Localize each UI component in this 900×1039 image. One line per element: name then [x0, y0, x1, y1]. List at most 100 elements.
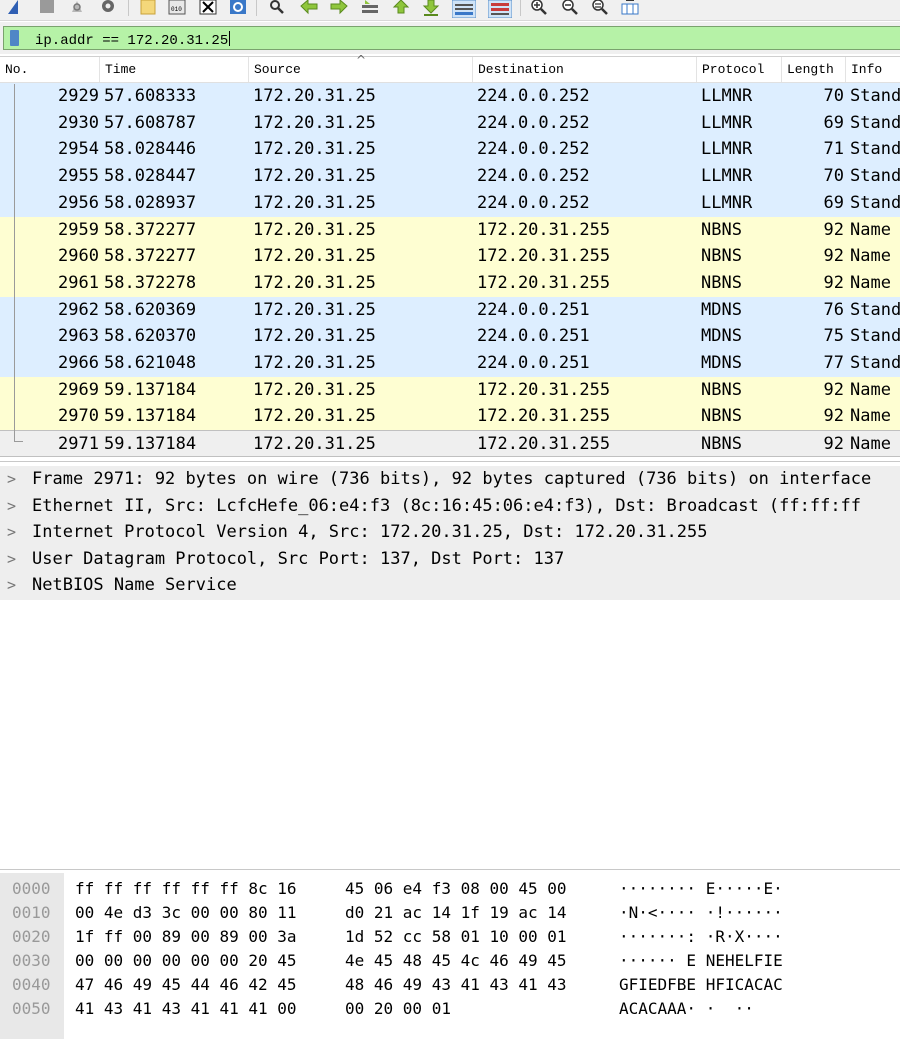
- stop-icon[interactable]: [38, 0, 56, 16]
- close-file-icon[interactable]: [199, 0, 217, 16]
- bytes-row: 0020 1f ff 00 89 00 89 00 3a 1d 52 cc 58 0…: [0, 925, 900, 949]
- byte-ascii[interactable]: ACACAAA· · ··: [619, 997, 754, 1021]
- options-gear-icon[interactable]: [99, 0, 117, 16]
- column-header-protocol[interactable]: Protocol: [697, 57, 782, 82]
- go-forward-icon[interactable]: [330, 0, 348, 16]
- byte-offset[interactable]: 0030: [12, 949, 51, 973]
- expand-chevron-icon[interactable]: >: [7, 493, 16, 519]
- conversation-bracket-line: [14, 84, 15, 442]
- first-packet-icon[interactable]: [392, 0, 410, 16]
- table-row[interactable]: 2963 58.620370 172.20.31.25 224.0.0.251 MDNS…: [0, 323, 900, 351]
- cell-time: 58.028446: [104, 139, 197, 160]
- details-tree-item[interactable]: > NetBIOS Name Service: [0, 572, 900, 598]
- reload-icon[interactable]: [229, 0, 247, 16]
- byte-hex[interactable]: 48 46 49 43 41 43 41 43: [345, 973, 567, 997]
- cell-proto: LLMNR: [701, 86, 753, 106]
- sort-ascending-icon: ^: [356, 53, 367, 67]
- table-row[interactable]: 2966 58.621048 172.20.31.25 224.0.0.251 MDNS…: [0, 350, 900, 377]
- save-file-icon[interactable]: 010: [168, 0, 186, 16]
- byte-hex[interactable]: d0 21 ac 14 1f 19 ac 14: [345, 901, 567, 925]
- cell-src: 172.20.31.25: [253, 326, 376, 347]
- cell-len: 75: [823, 326, 844, 347]
- table-row[interactable]: 2969 59.137184 172.20.31.25 172.20.31.255 NB…: [0, 376, 900, 404]
- byte-hex[interactable]: 1d 52 cc 58 01 10 00 01: [345, 925, 567, 949]
- expand-chevron-icon[interactable]: >: [7, 466, 16, 492]
- restart-icon[interactable]: [68, 0, 86, 16]
- byte-offset[interactable]: 0000: [12, 877, 51, 901]
- column-header-length[interactable]: Length: [782, 57, 846, 82]
- table-row[interactable]: 2962 58.620369 172.20.31.25 224.0.0.251 MDNS…: [0, 296, 900, 324]
- details-tree-item[interactable]: > Frame 2971: 92 bytes on wire (736 bits)…: [0, 466, 900, 492]
- byte-offset[interactable]: 0010: [12, 901, 51, 925]
- shark-fin-icon[interactable]: [6, 0, 24, 16]
- filter-expression: ip.addr == 172.20.31.25: [35, 33, 229, 49]
- table-row[interactable]: 2954 58.028446 172.20.31.25 224.0.0.252 LLMN…: [0, 136, 900, 164]
- autoscroll-icon[interactable]: [452, 0, 476, 18]
- details-tree-item[interactable]: > User Datagram Protocol, Src Port: 137, …: [0, 546, 900, 572]
- expand-chevron-icon[interactable]: >: [7, 519, 16, 545]
- details-tree-item[interactable]: > Ethernet II, Src: LcfcHefe_06:e4:f3 (8c…: [0, 493, 900, 519]
- byte-hex[interactable]: 00 4e d3 3c 00 00 80 11: [75, 901, 297, 925]
- open-file-icon[interactable]: [139, 0, 157, 16]
- normal-size-icon[interactable]: [591, 0, 609, 16]
- cell-len: 76: [823, 299, 844, 320]
- go-back-icon[interactable]: [300, 0, 318, 16]
- details-tree-item[interactable]: > Internet Protocol Version 4, Src: 172.2…: [0, 519, 900, 545]
- table-row[interactable]: 2959 58.372277 172.20.31.25 172.20.31.255 NB…: [0, 216, 900, 244]
- details-item-label: User Datagram Protocol, Src Port: 137, D…: [32, 548, 565, 569]
- byte-offset[interactable]: 0050: [12, 997, 51, 1021]
- table-row[interactable]: 2955 58.028447 172.20.31.25 224.0.0.252 LLMN…: [0, 163, 900, 191]
- column-header-no[interactable]: No.: [0, 57, 100, 82]
- details-item-label: Ethernet II, Src: LcfcHefe_06:e4:f3 (8c:…: [32, 495, 862, 516]
- byte-hex[interactable]: 00 20 00 01: [345, 997, 451, 1021]
- table-row[interactable]: 2961 58.372278 172.20.31.25 172.20.31.255 NB…: [0, 269, 900, 297]
- cell-info: Name: [850, 272, 891, 293]
- table-row[interactable]: 2956 58.028937 172.20.31.25 224.0.0.252 LLMN…: [0, 189, 900, 217]
- cell-info: Name: [850, 219, 891, 240]
- column-header-destination[interactable]: Destination: [473, 57, 697, 82]
- last-packet-icon[interactable]: [422, 0, 440, 16]
- byte-offset[interactable]: 0040: [12, 973, 51, 997]
- cell-time: 59.137184: [104, 434, 197, 455]
- byte-ascii[interactable]: ········ E·····E·: [619, 877, 783, 901]
- table-row[interactable]: 2960 58.372277 172.20.31.25 172.20.31.255 NB…: [0, 243, 900, 271]
- byte-hex[interactable]: 47 46 49 45 44 46 42 45: [75, 973, 297, 997]
- expand-chevron-icon[interactable]: >: [7, 572, 16, 598]
- table-row[interactable]: 2970 59.137184 172.20.31.25 172.20.31.255 NB…: [0, 403, 900, 431]
- find-icon[interactable]: [268, 0, 286, 16]
- byte-ascii[interactable]: ·······: ·R·X····: [619, 925, 783, 949]
- bookmark-icon[interactable]: [10, 30, 19, 46]
- byte-offset[interactable]: 0020: [12, 925, 51, 949]
- cell-time: 58.028937: [104, 192, 197, 213]
- column-header-time[interactable]: Time: [100, 57, 249, 82]
- byte-hex[interactable]: ff ff ff ff ff ff 8c 16: [75, 877, 297, 901]
- zoom-out-icon[interactable]: [561, 0, 579, 16]
- bytes-row: 0040 47 46 49 45 44 46 42 45 48 46 49 43 4…: [0, 973, 900, 997]
- cell-src: 172.20.31.25: [253, 246, 376, 267]
- byte-hex[interactable]: 1f ff 00 89 00 89 00 3a: [75, 925, 297, 949]
- byte-ascii[interactable]: GFIEDFBE HFICACAC: [619, 973, 783, 997]
- details-item-label: Internet Protocol Version 4, Src: 172.20…: [32, 522, 708, 543]
- table-row-selected[interactable]: 2971 59.137184 172.20.31.25 172.20.31.255 NB…: [0, 430, 900, 458]
- cell-proto: LLMNR: [701, 166, 753, 187]
- go-to-packet-icon[interactable]: [361, 0, 379, 16]
- cell-no: 2955: [58, 166, 99, 187]
- byte-ascii[interactable]: ······ E NEHELFIE: [619, 949, 783, 973]
- byte-hex[interactable]: 00 00 00 00 00 00 20 45: [75, 949, 297, 973]
- column-header-info[interactable]: Info: [846, 57, 900, 82]
- cell-time: 59.137184: [104, 379, 197, 400]
- byte-hex[interactable]: 41 43 41 43 41 41 41 00: [75, 997, 297, 1021]
- expand-chevron-icon[interactable]: >: [7, 546, 16, 572]
- cell-dst: 172.20.31.255: [477, 406, 611, 427]
- byte-hex[interactable]: 4e 45 48 45 4c 46 49 45: [345, 949, 567, 973]
- table-row[interactable]: 2929 57.608333 172.20.31.25 224.0.0.252 LLMN…: [0, 83, 900, 110]
- colorize-icon[interactable]: [488, 0, 512, 18]
- zoom-in-icon[interactable]: [530, 0, 548, 16]
- table-row[interactable]: 2930 57.608787 172.20.31.25 224.0.0.252 LLMN…: [0, 109, 900, 137]
- byte-hex[interactable]: 45 06 e4 f3 08 00 45 00: [345, 877, 567, 901]
- byte-ascii[interactable]: ·N·<···· ·!······: [619, 901, 783, 925]
- cell-src: 172.20.31.25: [253, 86, 376, 106]
- cell-info: Name: [850, 246, 891, 267]
- resize-columns-icon[interactable]: [621, 0, 639, 16]
- display-filter-input[interactable]: ip.addr == 172.20.31.25: [3, 26, 900, 50]
